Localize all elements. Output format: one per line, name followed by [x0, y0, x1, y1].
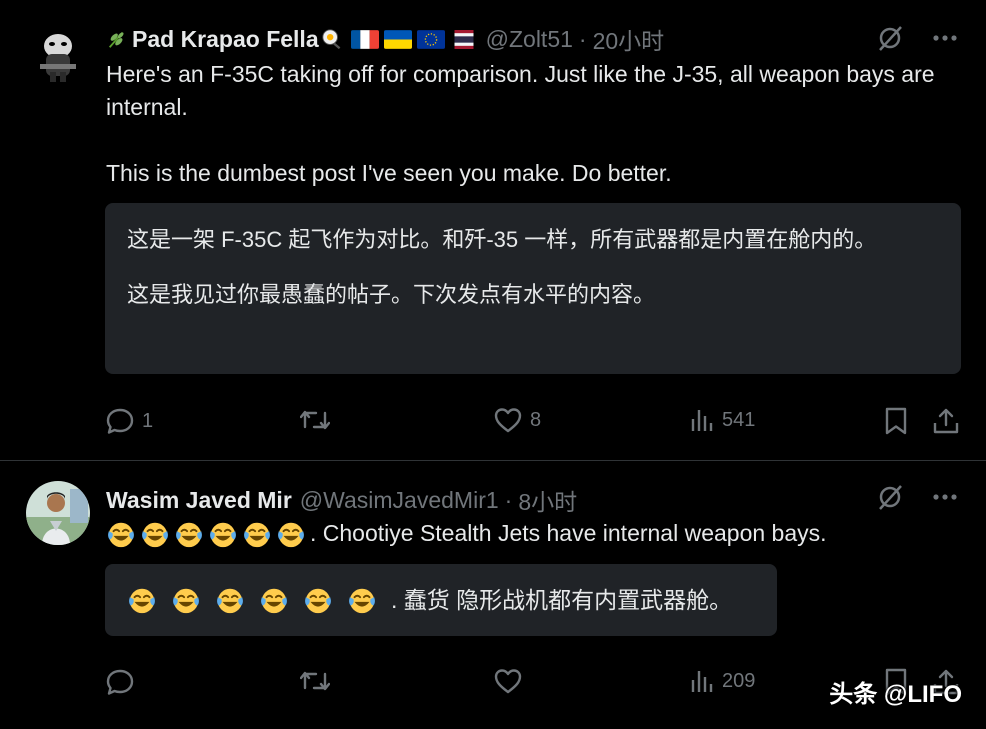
action-bar: 1 8 541	[106, 407, 962, 441]
repost-icon	[300, 407, 330, 433]
avatar[interactable]	[26, 481, 90, 545]
share-icon	[932, 407, 960, 435]
france-flag-icon	[350, 29, 379, 49]
laugh-cry-emoji-icon	[174, 519, 204, 549]
herb-emoji-icon	[106, 28, 128, 50]
ukraine-flag-icon	[383, 29, 412, 49]
laugh-cry-emoji-icon	[127, 585, 157, 615]
reply-button[interactable]	[106, 668, 142, 696]
laugh-cry-emoji-icon	[106, 519, 136, 549]
post-text: Here's an F-35C taking off for compariso…	[106, 58, 936, 190]
thailand-flag-icon	[450, 29, 478, 49]
like-icon	[494, 668, 522, 694]
dot-separator: ·	[504, 486, 513, 513]
post-time[interactable]: 20小时	[593, 22, 665, 56]
laugh-emoji-group	[127, 585, 391, 615]
views-count: 209	[722, 669, 756, 692]
watermark: 头条 @LIFO	[829, 681, 962, 708]
views-icon	[690, 407, 714, 433]
laugh-cry-emoji-icon	[208, 519, 238, 549]
repost-button[interactable]	[300, 407, 338, 433]
laugh-cry-emoji-icon	[347, 585, 377, 615]
laugh-cry-emoji-icon	[276, 519, 306, 549]
like-icon	[494, 407, 522, 433]
reply-icon	[106, 407, 134, 435]
egg-pan-emoji-icon	[321, 28, 343, 50]
more-icon[interactable]	[932, 493, 958, 501]
laugh-cry-emoji-icon	[215, 585, 245, 615]
avatar[interactable]	[26, 24, 90, 88]
post-top-icons	[876, 24, 958, 52]
laugh-emoji-group	[106, 519, 310, 549]
author-handle[interactable]: @Zolt51	[486, 26, 573, 53]
eu-flag-icon	[416, 29, 445, 49]
laugh-cry-emoji-icon	[140, 519, 170, 549]
views-button[interactable]: 209	[690, 668, 755, 694]
views-button[interactable]: 541	[690, 407, 755, 433]
bookmark-button[interactable]	[884, 407, 908, 435]
laugh-cry-emoji-icon	[303, 585, 333, 615]
post-text: . Chootiye Stealth Jets have internal we…	[106, 517, 936, 550]
author-name[interactable]: Wasim Javed Mir	[106, 487, 292, 514]
views-count: 541	[722, 408, 756, 431]
translation-line: 这是一架 F-35C 起飞作为对比。和歼-35 一样，所有武器都是内置在舱内的。	[127, 227, 877, 252]
translation-box: . 蠢货 隐形战机都有内置武器舱。	[105, 564, 777, 636]
author-name[interactable]: Pad Krapao Fella	[132, 26, 319, 53]
post-header: Pad Krapao Fella @Zolt51 · 20小时	[106, 22, 664, 56]
like-button[interactable]	[494, 668, 530, 694]
grok-icon[interactable]	[876, 24, 904, 52]
translation-box: 这是一架 F-35C 起飞作为对比。和歼-35 一样，所有武器都是内置在舱内的。…	[105, 203, 961, 374]
post-text-line: . Chootiye Stealth Jets have internal we…	[310, 520, 827, 546]
reply-button[interactable]: 1	[106, 407, 153, 435]
laugh-cry-emoji-icon	[242, 519, 272, 549]
grok-icon[interactable]	[876, 483, 904, 511]
laugh-cry-emoji-icon	[171, 585, 201, 615]
post-text-line: Here's an F-35C taking off for compariso…	[106, 61, 935, 120]
like-button[interactable]: 8	[494, 407, 541, 433]
post-time[interactable]: 8小时	[518, 483, 577, 517]
post-1[interactable]: Pad Krapao Fella @Zolt51 · 20小时 Here's a…	[0, 0, 986, 461]
laugh-cry-emoji-icon	[259, 585, 289, 615]
translation-line: 这是我见过你最愚蠢的帖子。下次发点有水平的内容。	[127, 282, 656, 307]
reply-icon	[106, 668, 134, 696]
author-handle[interactable]: @WasimJavedMir1	[300, 487, 499, 514]
translation-line: . 蠢货 隐形战机都有内置武器舱。	[391, 586, 733, 613]
repost-icon	[300, 668, 330, 694]
more-icon[interactable]	[932, 34, 958, 42]
repost-button[interactable]	[300, 668, 338, 694]
post-text-line: This is the dumbest post I've seen you m…	[106, 160, 672, 186]
like-count: 8	[530, 408, 542, 431]
dot-separator: ·	[578, 25, 587, 52]
views-icon	[690, 668, 714, 694]
share-button[interactable]	[932, 407, 960, 435]
post-header: Wasim Javed Mir @WasimJavedMir1 · 8小时	[106, 483, 577, 517]
post-top-icons	[876, 483, 958, 511]
reply-count: 1	[142, 409, 154, 432]
bookmark-icon	[884, 407, 908, 435]
